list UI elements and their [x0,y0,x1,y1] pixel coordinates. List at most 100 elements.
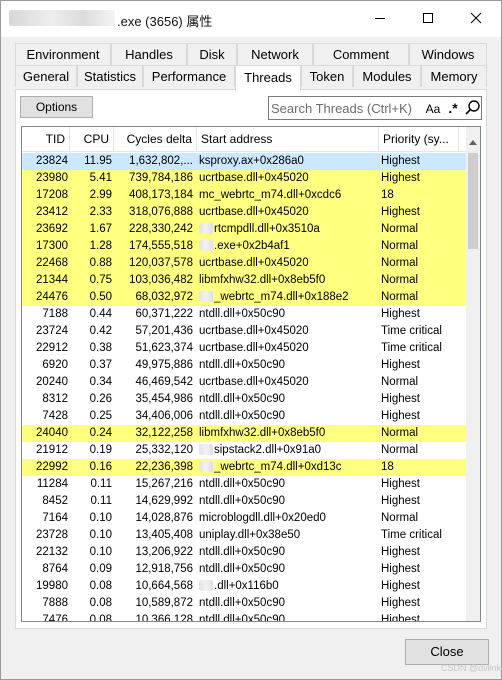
thread-row[interactable]: 7888 0.08 10,589,872 ntdll.dll+0x50c90 Highe… [22,595,468,612]
thread-tid: 7888 [42,597,68,609]
thread-tid: 8452 [42,495,68,507]
thread-tid: 7476 [42,614,68,622]
thread-row[interactable]: 7476 0.08 10,366,128 ntdll.dll+0x50c90 Highe… [22,612,468,622]
tab-handles[interactable]: Handles [111,43,187,65]
thread-row[interactable]: 21912 0.19 25,332,120 sipstack2.dll+0x91a0 N… [22,442,468,459]
thread-row[interactable]: 23728 0.10 13,405,408 uniplay.dll+0x38e50 Ti… [22,527,468,544]
regex-toggle[interactable]: .* [444,99,462,117]
thread-row[interactable]: 6920 0.37 49,975,886 ntdll.dll+0x50c90 Highe… [22,357,468,374]
thread-row[interactable]: 23692 1.67 228,330,242 rtcmpdll.dll+0x3510a… [22,221,468,238]
redacted-module-prefix [199,240,213,252]
scroll-thumb[interactable] [468,153,478,249]
thread-cycles-delta: 10,589,872 [135,597,193,609]
thread-row[interactable]: 11284 0.11 15,267,216 ntdll.dll+0x50c90 High… [22,476,468,493]
thread-row[interactable]: 22132 0.10 13,206,922 ntdll.dll+0x50c90 High… [22,544,468,561]
thread-row[interactable]: 24476 0.50 68,032,972 _webrtc_m74.dll+0x188… [22,289,468,306]
tab-network[interactable]: Network [237,43,313,65]
tab-general[interactable]: General [15,65,77,87]
thread-start-address: ntdll.dll+0x50c90 [199,546,285,558]
title-bar[interactable]: .exe (3656) 属性 [1,1,501,37]
tab-threads[interactable]: Threads [235,65,301,91]
thread-tid: 21912 [36,444,68,456]
thread-row[interactable]: 22992 0.16 22,236,398 _webrtc_m74.dll+0xd13… [22,459,468,476]
thread-row[interactable]: 7164 0.10 14,028,876 microblogdll.dll+0x20e… [22,510,468,527]
thread-priority: Highest [381,206,420,218]
thread-cycles-delta: 25,332,120 [135,444,193,456]
thread-priority: Normal [381,376,419,388]
window-close-button[interactable] [453,1,499,35]
thread-row[interactable]: 23412 2.33 318,076,888 ucrtbase.dll+0x45020… [22,204,468,221]
options-button[interactable]: Options [20,96,93,118]
tab-comment[interactable]: Comment [313,43,409,65]
scroll-up-arrow-icon[interactable] [466,135,480,149]
close-icon [470,12,482,24]
threads-list[interactable]: TID CPU Cycles delta Start address Prior… [21,126,481,622]
tab-environment[interactable]: Environment [15,43,111,65]
thread-start-address: microblogdll.dll+0x20ed0 [199,512,326,524]
thread-row[interactable]: 17208 2.99 408,173,184 mc_webrtc_m74.dll+0x… [22,187,468,204]
tab-disk[interactable]: Disk [187,43,237,65]
maximize-icon [423,13,433,23]
thread-row[interactable]: 8312 0.26 35,454,986 ntdll.dll+0x50c90 Highe… [22,391,468,408]
vertical-scrollbar[interactable] [466,127,480,621]
thread-row[interactable]: 17300 1.28 174,555,518 .exe+0x2b4af1 Normal [22,238,468,255]
properties-window: .exe (3656) 属性 Environment Handles Disk … [0,0,502,680]
thread-row[interactable]: 7188 0.44 60,371,222 ntdll.dll+0x50c90 Highe… [22,306,468,323]
thread-row[interactable]: 8452 0.11 14,629,992 ntdll.dll+0x50c90 Highe… [22,493,468,510]
thread-cycles-delta: 60,371,222 [135,308,193,320]
tab-windows[interactable]: Windows [409,43,487,65]
tab-modules[interactable]: Modules [353,65,421,87]
tab-statistics[interactable]: Statistics [77,65,143,87]
column-header-cpu[interactable]: CPU [70,127,114,152]
thread-start-address: _webrtc_m74.dll+0xd13c [199,459,377,476]
tab-performance[interactable]: Performance [143,65,235,87]
search-icon[interactable] [464,99,482,117]
thread-priority: Highest [381,308,420,320]
thread-row[interactable]: 23724 0.42 57,201,436 ucrtbase.dll+0x45020 T… [22,323,468,340]
column-header-start-address[interactable]: Start address [197,127,379,152]
maximize-button[interactable] [405,1,451,35]
thread-cycles-delta: 103,036,482 [129,274,193,286]
thread-row[interactable]: 22912 0.38 51,623,374 ucrtbase.dll+0x45020 T… [22,340,468,357]
thread-tid: 24040 [36,427,68,439]
thread-cycles-delta: 13,405,408 [135,529,193,541]
thread-start-address: ucrtbase.dll+0x45020 [199,257,309,269]
thread-start-address: ntdll.dll+0x50c90 [199,563,285,575]
thread-row[interactable]: 20240 0.34 46,469,542 ucrtbase.dll+0x45020 N… [22,374,468,391]
thread-start-address: _webrtc_m74.dll+0x188e2 [199,289,377,306]
thread-start-address: ucrtbase.dll+0x45020 [199,172,309,184]
thread-row[interactable]: 21344 0.75 103,036,482 libmfxhw32.dll+0x8eb… [22,272,468,289]
thread-cpu: 0.34 [89,376,112,388]
tab-token[interactable]: Token [301,65,353,87]
thread-priority: Normal [381,257,419,269]
tab-strip: Environment Handles Disk Network Comment… [15,43,487,91]
column-header-cycles-delta[interactable]: Cycles delta [114,127,197,152]
match-case-toggle[interactable]: Aa [424,100,442,118]
thread-row[interactable]: 22468 0.88 120,037,578 ucrtbase.dll+0x45020… [22,255,468,272]
thread-row[interactable]: 24040 0.24 32,122,258 libmfxhw32.dll+0x8eb5… [22,425,468,442]
thread-cycles-delta: 120,037,578 [129,257,193,269]
thread-priority: Time critical [381,325,442,337]
thread-start-address-text: sipstack2.dll+0x91a0 [214,444,322,456]
thread-start-address-text: .dll+0x116b0 [214,580,279,592]
close-button[interactable]: Close [405,639,489,665]
minimize-button[interactable] [357,1,403,35]
thread-priority: Normal [381,291,419,303]
thread-start-address: .exe+0x2b4af1 [199,238,377,255]
column-header-tid[interactable]: TID [22,127,70,152]
thread-row[interactable]: 7428 0.25 34,406,006 ntdll.dll+0x50c90 Highe… [22,408,468,425]
thread-priority: Time critical [381,529,442,541]
thread-row[interactable]: 23824 11.95 1,632,802,... ksproxy.ax+0x286a… [22,153,468,170]
tab-memory[interactable]: Memory [421,65,487,87]
thread-row[interactable]: 23980 5.41 739,784,186 ucrtbase.dll+0x45020… [22,170,468,187]
thread-priority: Highest [381,155,420,167]
thread-cpu: 0.37 [89,359,112,371]
redacted-module-prefix [199,291,213,303]
thread-start-address: ucrtbase.dll+0x45020 [199,376,309,388]
thread-row[interactable]: 19980 0.08 10,664,568 .dll+0x116b0 Highest [22,578,468,595]
column-header-priority[interactable]: Priority (sy... [379,127,459,152]
thread-start-address: ksproxy.ax+0x286a0 [199,155,304,167]
search-threads-input[interactable] [271,99,421,117]
thread-row[interactable]: 8764 0.09 12,918,756 ntdll.dll+0x50c90 Highe… [22,561,468,578]
thread-cycles-delta: 10,366,128 [135,614,193,622]
